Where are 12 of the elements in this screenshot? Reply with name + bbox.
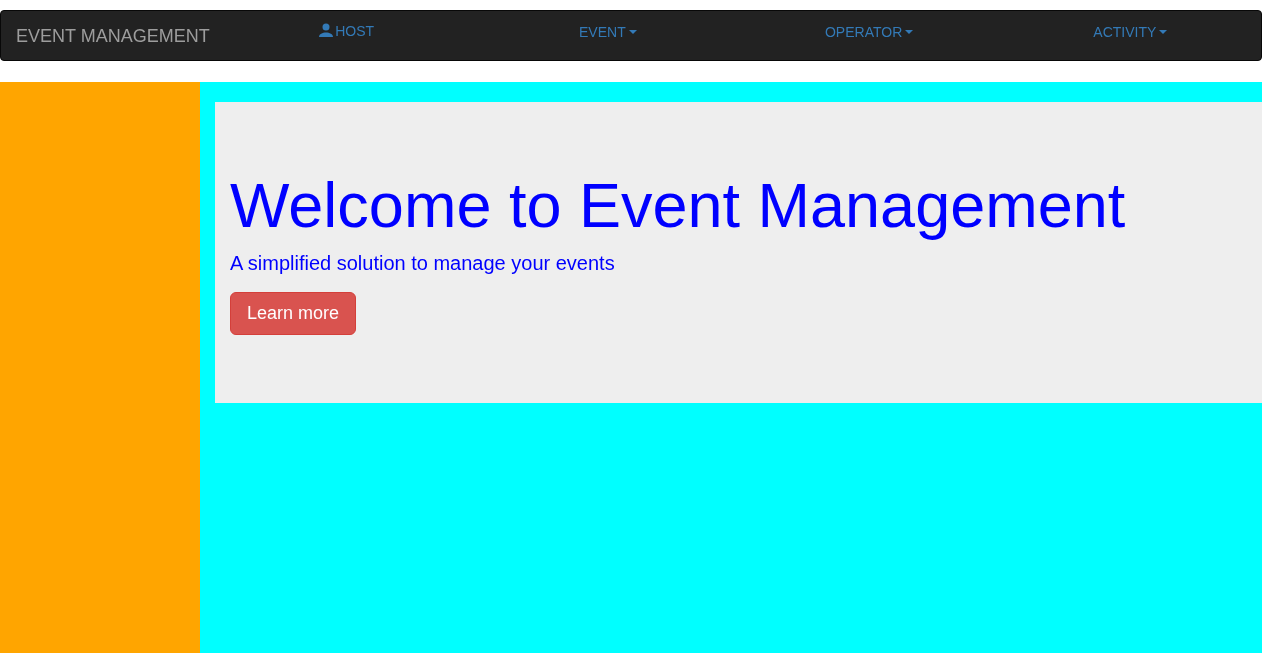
subtitle-text: A simplified solution to manage your events bbox=[230, 251, 616, 275]
nav-link[interactable]: EVENT bbox=[579, 24, 637, 40]
nav-link[interactable]: HOST bbox=[319, 23, 375, 39]
learn-more-button[interactable]: Learn more bbox=[230, 291, 357, 335]
nav-link[interactable]: OPERATOR bbox=[825, 24, 914, 40]
user-icon bbox=[319, 23, 334, 37]
nav-link[interactable]: ACTIVITY bbox=[1093, 24, 1168, 40]
brand-link[interactable]: EVENT MANAGEMENT bbox=[1, 25, 216, 47]
caret-icon bbox=[905, 30, 914, 34]
welcome-heading: Welcome to Event Management bbox=[230, 169, 1127, 242]
caret-icon bbox=[628, 30, 637, 34]
caret-icon bbox=[1159, 30, 1168, 34]
